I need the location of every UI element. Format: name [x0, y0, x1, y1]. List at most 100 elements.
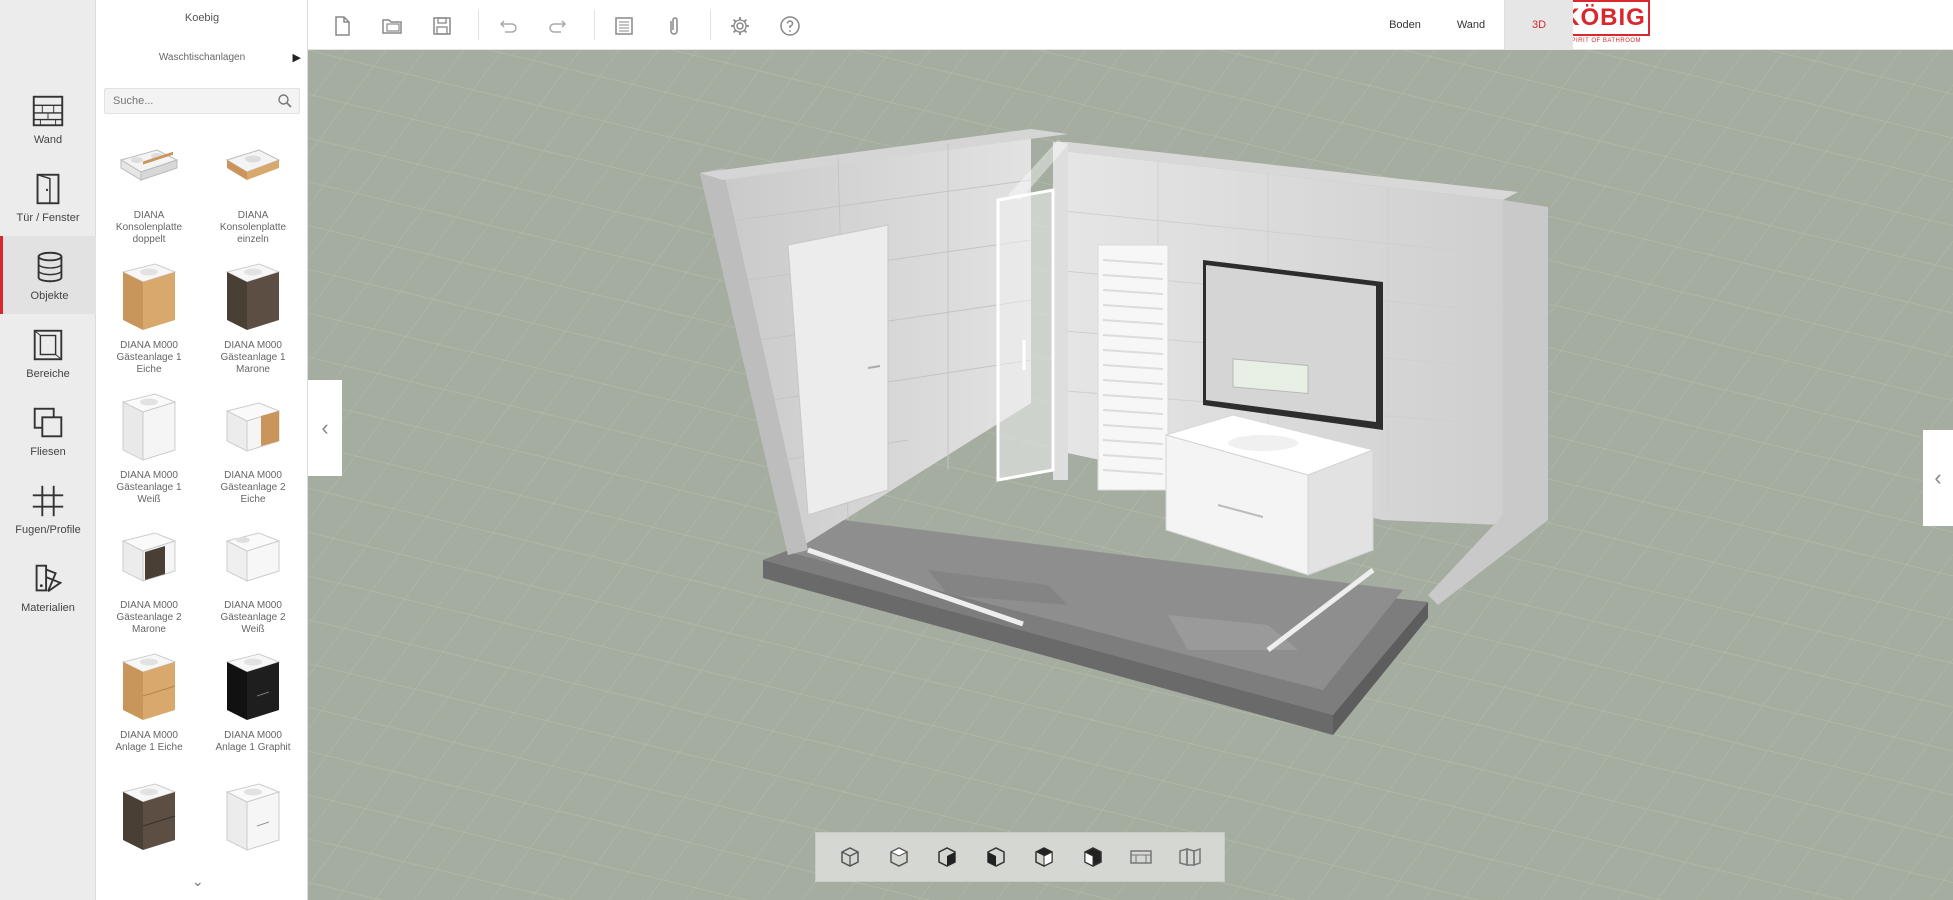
- product-thumbnail: [202, 124, 304, 210]
- catalog-product[interactable]: DIANA M000 Gästeanlage 2 Marone: [98, 514, 200, 636]
- search-icon[interactable]: [277, 93, 293, 109]
- open-folder-icon: [382, 19, 402, 34]
- catalog-product[interactable]: DIANA Konsolenplatte einzeln: [202, 124, 304, 246]
- view-top-button[interactable]: [882, 840, 916, 874]
- rail-item-wall[interactable]: Wand: [0, 80, 96, 158]
- undo-button[interactable]: [494, 12, 522, 40]
- cube-back-icon: [1084, 847, 1102, 867]
- redo-icon: [549, 20, 567, 33]
- catalog-category[interactable]: Waschtischanlagen: [96, 52, 308, 63]
- attach-button[interactable]: [660, 12, 688, 40]
- redo-button[interactable]: [544, 12, 572, 40]
- category-arrow-icon[interactable]: ▶: [293, 51, 301, 64]
- catalog-product[interactable]: DIANA M000 Gästeanlage 1 Eiche: [98, 254, 200, 376]
- wall-icon: [32, 95, 64, 127]
- product-name: DIANA M000 Gästeanlage 1 Eiche: [116, 340, 182, 375]
- undo-icon: [499, 20, 517, 33]
- mirror-glass: [1206, 265, 1376, 422]
- catalog-product[interactable]: [98, 774, 200, 860]
- product-thumbnail: [202, 384, 304, 470]
- rail-item-materials[interactable]: Materialien: [0, 548, 96, 626]
- view-perspective-button[interactable]: [833, 840, 867, 874]
- planner-app: Wand Tür / Fenster Objekte Bereiche Flie…: [0, 0, 1953, 900]
- materials-icon: [35, 564, 63, 593]
- view-left-button[interactable]: [979, 840, 1013, 874]
- cube-right-icon: [1035, 847, 1053, 867]
- rail-label: Fugen/Profile: [15, 524, 81, 536]
- list-button[interactable]: [610, 12, 638, 40]
- rail-label: Fliesen: [30, 446, 66, 458]
- product-thumbnail: [98, 774, 200, 860]
- save-icon: [433, 17, 451, 35]
- view-elevation-button[interactable]: [1124, 840, 1158, 874]
- view-back-button[interactable]: [1076, 840, 1110, 874]
- product-name: DIANA Konsolenplatte doppelt: [115, 210, 183, 245]
- new-file-button[interactable]: [328, 12, 356, 40]
- catalog-product[interactable]: DIANA M000 Gästeanlage 2 Eiche: [202, 384, 304, 506]
- product-name: DIANA M000 Gästeanlage 2 Eiche: [220, 470, 286, 505]
- chevron-left-icon: ‹: [1934, 465, 1942, 490]
- product-thumbnail: [202, 254, 304, 340]
- catalog-product[interactable]: DIANA M000 Anlage 1 Graphit: [202, 644, 304, 754]
- product-thumbnail: [98, 644, 200, 730]
- rail-item-areas[interactable]: Bereiche: [0, 314, 96, 392]
- product-thumbnail: [202, 774, 304, 860]
- rail-label: Materialien: [21, 602, 75, 614]
- tool-rail: Wand Tür / Fenster Objekte Bereiche Flie…: [0, 0, 96, 900]
- mirror-light: [1232, 358, 1309, 395]
- open-file-button[interactable]: [378, 12, 406, 40]
- expand-right-panel-button[interactable]: ‹: [1923, 430, 1953, 526]
- 3d-viewport[interactable]: ‹ ‹: [308, 50, 1953, 900]
- tab-wall[interactable]: Wand: [1438, 0, 1504, 50]
- catalog-product[interactable]: DIANA M000 Gästeanlage 2 Weiß: [202, 514, 304, 636]
- new-file-icon: [335, 16, 350, 36]
- catalog-product[interactable]: DIANA M000 Anlage 1 Eiche: [98, 644, 200, 754]
- scroll-down-icon[interactable]: ⌄: [192, 873, 204, 890]
- cube-top-icon: [889, 847, 908, 867]
- product-name: DIANA M000 Gästeanlage 1 Weiß: [116, 470, 182, 505]
- product-thumbnail: [98, 514, 200, 600]
- rail-item-tiles[interactable]: Fliesen: [0, 392, 96, 470]
- tab-floor[interactable]: Boden: [1372, 0, 1438, 50]
- washbasin: [1228, 435, 1298, 451]
- catalog-product[interactable]: DIANA M000 Gästeanlage 1 Weiß: [98, 384, 200, 506]
- search-box: [104, 88, 300, 114]
- save-button[interactable]: [428, 12, 456, 40]
- product-thumbnail: [98, 124, 200, 210]
- cube-side-icon: [987, 847, 1005, 867]
- rail-item-joints[interactable]: Fugen/Profile: [0, 470, 96, 548]
- walls-unfold-icon: [1179, 847, 1201, 867]
- gear-icon: [731, 17, 749, 35]
- 3d-scene: [308, 50, 1953, 900]
- toolbar-divider: [710, 10, 711, 40]
- product-name: DIANA M000 Gästeanlage 2 Weiß: [220, 600, 286, 635]
- search-input[interactable]: [105, 89, 265, 113]
- tab-3d[interactable]: 3D: [1504, 0, 1573, 50]
- rail-item-door-window[interactable]: Tür / Fenster: [0, 158, 96, 236]
- product-name: DIANA M000 Gästeanlage 1 Marone: [220, 340, 286, 375]
- collapse-left-panel-button[interactable]: ‹: [308, 380, 342, 476]
- product-thumbnail: [202, 514, 304, 600]
- tiles-icon: [33, 407, 63, 438]
- catalog-title: Koebig: [184, 12, 220, 24]
- rail-label: Wand: [33, 134, 63, 146]
- view-right-button[interactable]: [1027, 840, 1061, 874]
- product-thumbnail: [202, 644, 304, 730]
- product-thumbnail: [98, 254, 200, 340]
- areas-icon: [33, 329, 63, 361]
- settings-button[interactable]: [726, 12, 754, 40]
- product-name: DIANA Konsolenplatte einzeln: [219, 210, 287, 245]
- catalog-product[interactable]: [202, 774, 304, 860]
- rail-label: Tür / Fenster: [16, 212, 80, 224]
- toolbar-divider: [478, 10, 479, 40]
- view-front-button[interactable]: [930, 840, 964, 874]
- shower-wall-edge: [1053, 142, 1068, 480]
- rail-item-objects[interactable]: Objekte: [0, 236, 96, 314]
- paperclip-icon: [670, 17, 678, 35]
- elevation-icon: [1130, 850, 1152, 864]
- help-button[interactable]: [776, 12, 804, 40]
- view-walls-button[interactable]: [1173, 840, 1207, 874]
- cube-front-icon: [938, 847, 956, 867]
- catalog-product[interactable]: DIANA Konsolenplatte doppelt: [98, 124, 200, 246]
- catalog-product[interactable]: DIANA M000 Gästeanlage 1 Marone: [202, 254, 304, 376]
